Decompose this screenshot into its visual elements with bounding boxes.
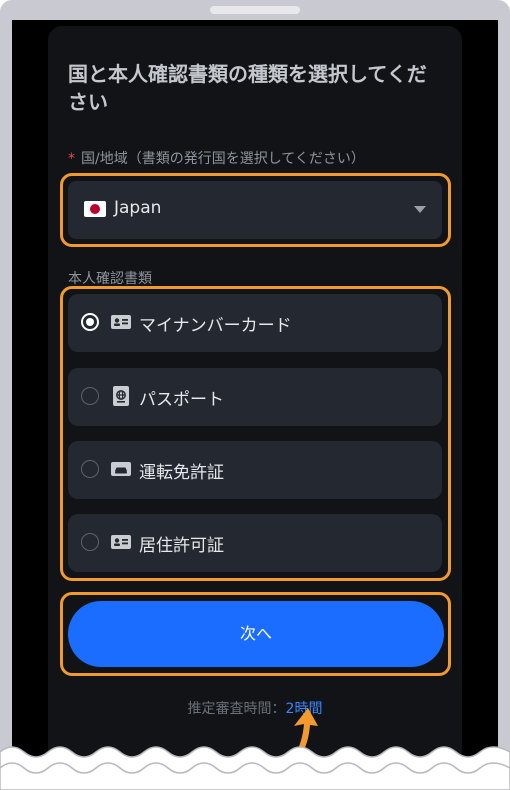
country-select-value: Japan bbox=[114, 198, 162, 218]
option-residence-permit[interactable]: 居住許可証 bbox=[68, 514, 442, 572]
country-select[interactable]: Japan bbox=[68, 181, 442, 239]
country-label-text: 国/地域（書類の発行国を選択してください） bbox=[81, 151, 365, 167]
device-frame: 国と本人確認書類の種類を選択してください * 国/地域（書類の発行国を選択してくだ… bbox=[0, 0, 510, 790]
kyc-card: 国と本人確認書類の種類を選択してください * 国/地域（書類の発行国を選択してくだ… bbox=[48, 26, 462, 772]
required-mark: * bbox=[68, 151, 75, 167]
option-label: 居住許可証 bbox=[139, 536, 224, 556]
estimated-review-time: 推定審査時間：2時間 bbox=[48, 698, 462, 718]
option-label: 運転免許証 bbox=[139, 463, 224, 483]
estimate-prefix: 推定審査時間： bbox=[187, 701, 286, 717]
drivers-license-icon bbox=[111, 462, 131, 476]
option-passport[interactable]: パスポート bbox=[68, 368, 442, 426]
radio-selected[interactable] bbox=[81, 313, 99, 331]
radio-unselected[interactable] bbox=[81, 460, 99, 478]
japan-flag-icon bbox=[84, 201, 106, 217]
screen: 国と本人確認書類の種類を選択してください * 国/地域（書類の発行国を選択してくだ… bbox=[12, 20, 498, 790]
id-card-icon bbox=[111, 315, 131, 329]
torn-edge bbox=[0, 746, 510, 790]
option-label: パスポート bbox=[139, 390, 224, 410]
document-type-label: 本人確認書類 bbox=[68, 271, 152, 287]
device-notch bbox=[210, 6, 300, 14]
option-my-number-card[interactable]: マイナンバーカード bbox=[68, 294, 442, 352]
passport-icon bbox=[113, 386, 129, 406]
radio-unselected[interactable] bbox=[81, 387, 99, 405]
radio-unselected[interactable] bbox=[81, 533, 99, 551]
option-drivers-license[interactable]: 運転免許証 bbox=[68, 441, 442, 499]
page-title: 国と本人確認書類の種類を選択してください bbox=[68, 62, 427, 114]
option-label: マイナンバーカード bbox=[139, 316, 292, 336]
id-card-icon bbox=[111, 535, 131, 549]
country-label: * 国/地域（書類の発行国を選択してください） bbox=[68, 148, 365, 168]
chevron-down-icon bbox=[414, 206, 426, 213]
next-button[interactable]: 次へ bbox=[68, 601, 444, 667]
